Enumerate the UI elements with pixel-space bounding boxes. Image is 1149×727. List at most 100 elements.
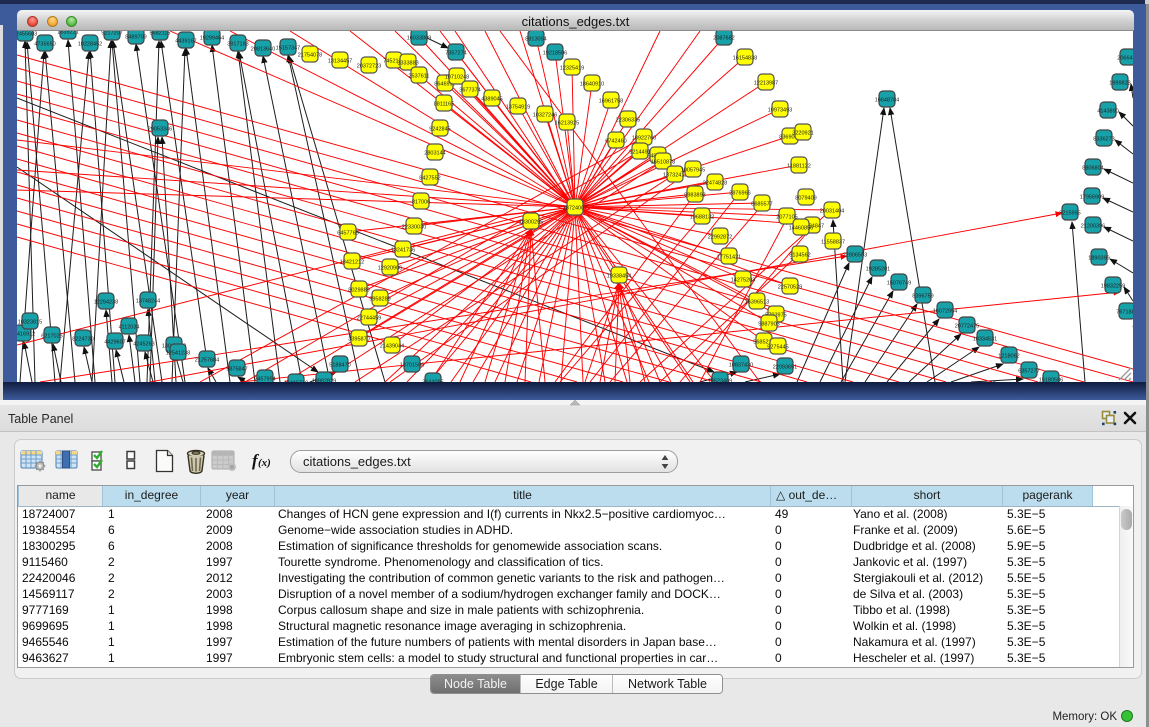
svg-text:16961758: 16961758 (599, 99, 623, 105)
svg-text:21439044: 21439044 (380, 344, 404, 350)
svg-text:22992872: 22992872 (708, 235, 732, 241)
svg-text:22306335: 22306335 (616, 118, 640, 124)
svg-text:6357277: 6357277 (1018, 369, 1039, 375)
svg-text:12541238: 12541238 (166, 351, 190, 357)
svg-text:5682115: 5682115 (149, 31, 170, 37)
svg-text:19688132: 19688132 (690, 215, 714, 221)
svg-text:10710248: 10710248 (445, 75, 469, 81)
svg-text:18922760: 18922760 (632, 136, 656, 142)
svg-text:11881122: 11881122 (787, 164, 811, 170)
svg-text:3333883: 3333883 (397, 61, 418, 67)
svg-text:2087682: 2087682 (713, 36, 734, 42)
svg-text:4112034: 4112034 (118, 325, 139, 331)
svg-text:18640910: 18640910 (580, 82, 604, 88)
svg-text:10973493: 10973493 (768, 108, 792, 114)
svg-text:10837430: 10837430 (729, 363, 753, 369)
svg-text:6217026: 6217026 (41, 334, 62, 340)
svg-text:(x): (x) (258, 457, 271, 469)
svg-text:21200396: 21200396 (1081, 224, 1105, 230)
svg-text:19299464: 19299464 (200, 36, 224, 42)
svg-text:22744459: 22744459 (357, 316, 381, 322)
svg-text:19832259: 19832259 (1101, 284, 1125, 290)
svg-text:13748244: 13748244 (136, 299, 160, 305)
svg-text:3677374: 3677374 (459, 88, 480, 94)
svg-text:9887903: 9887903 (758, 322, 779, 328)
svg-text:2876966: 2876966 (729, 191, 750, 197)
svg-text:4429607: 4429607 (104, 340, 125, 346)
svg-text:16415740: 16415740 (284, 381, 308, 383)
svg-text:18992829: 18992829 (312, 379, 336, 383)
svg-text:9275445: 9275445 (767, 345, 788, 351)
svg-text:9958289: 9958289 (369, 297, 390, 303)
svg-text:8427552: 8427552 (419, 176, 440, 182)
svg-text:6457765: 6457765 (337, 231, 358, 237)
svg-text:16396513: 16396513 (745, 300, 769, 306)
svg-text:16154838: 16154838 (733, 56, 757, 62)
svg-text:10327246: 10327246 (533, 113, 557, 119)
svg-text:19338454: 19338454 (607, 274, 631, 280)
svg-text:16072954: 16072954 (933, 309, 957, 315)
svg-text:8813054: 8813054 (525, 37, 546, 43)
svg-text:10323815: 10323815 (18, 320, 42, 326)
svg-text:13754919: 13754919 (506, 105, 530, 111)
svg-text:13241736: 13241736 (391, 248, 415, 254)
svg-text:8811165: 8811165 (434, 102, 455, 108)
svg-text:22806503: 22806503 (843, 253, 867, 259)
svg-text:20031404: 20031404 (820, 209, 844, 215)
svg-text:19218506: 19218506 (543, 51, 567, 57)
svg-text:9983893: 9983893 (684, 193, 705, 199)
svg-text:3395870: 3395870 (348, 337, 369, 343)
svg-text:12416912: 12416912 (17, 332, 35, 338)
svg-text:1999828: 1999828 (1109, 81, 1130, 87)
svg-text:2066449: 2066449 (1117, 56, 1133, 62)
svg-text:22474828: 22474828 (703, 181, 727, 187)
svg-text:20372723: 20372723 (357, 64, 381, 70)
svg-text:15157347: 15157347 (276, 46, 300, 52)
svg-text:7671884: 7671884 (1116, 310, 1133, 316)
svg-text:2457954: 2457954 (254, 377, 275, 383)
svg-text:16510878: 16510878 (651, 160, 675, 166)
svg-text:19523409: 19523409 (708, 379, 732, 383)
svg-text:8079409: 8079409 (795, 196, 816, 202)
svg-text:2803144: 2803144 (424, 151, 445, 157)
svg-text:17956909: 17956909 (1080, 195, 1104, 201)
svg-text:817006: 817006 (412, 200, 430, 206)
svg-text:20813640: 20813640 (251, 47, 275, 53)
svg-text:10228452: 10228452 (78, 42, 102, 48)
svg-text:16033809: 16033809 (407, 36, 431, 42)
svg-text:8215955: 8215955 (1059, 211, 1080, 217)
svg-text:21754078: 21754078 (298, 53, 322, 59)
svg-text:1839221: 1839221 (57, 31, 78, 36)
svg-text:19285201: 19285201 (866, 267, 890, 273)
svg-text:22570529: 22570529 (778, 285, 802, 291)
svg-text:4735650: 4735650 (34, 42, 55, 48)
svg-text:13701506: 13701506 (400, 363, 424, 369)
svg-text:22455603: 22455603 (17, 32, 37, 38)
svg-text:21257684: 21257684 (195, 358, 219, 364)
svg-text:8806804: 8806804 (1082, 166, 1103, 172)
svg-text:16648784: 16648784 (875, 98, 899, 104)
svg-text:12213987: 12213987 (754, 81, 778, 87)
svg-text:22093651: 22093651 (773, 365, 797, 371)
svg-text:2537611: 2537611 (408, 74, 429, 80)
svg-text:10057945: 10057945 (681, 168, 705, 174)
svg-text:6742460: 6742460 (605, 139, 626, 145)
svg-text:11558837: 11558837 (821, 240, 845, 246)
svg-text:13421212: 13421212 (340, 260, 364, 266)
svg-text:10334531: 10334531 (973, 337, 997, 343)
svg-text:16213925: 16213925 (555, 121, 579, 127)
svg-text:18300295: 18300295 (519, 220, 543, 226)
svg-text:8224730: 8224730 (72, 337, 93, 343)
svg-text:22330030: 22330030 (402, 225, 426, 231)
svg-text:8336273: 8336273 (1093, 137, 1114, 143)
svg-text:4439167: 4439167 (175, 39, 196, 45)
svg-text:9875847: 9875847 (226, 367, 247, 373)
svg-text:13134457: 13134457 (328, 59, 352, 65)
svg-text:3644095: 3644095 (422, 380, 443, 383)
svg-text:8029889: 8029889 (348, 288, 369, 294)
svg-text:3220921: 3220921 (792, 131, 813, 137)
svg-text:8396759: 8396759 (912, 294, 933, 300)
svg-text:12325419: 12325419 (560, 66, 584, 72)
svg-text:5188470: 5188470 (329, 363, 350, 369)
svg-text:4143890: 4143890 (1097, 109, 1118, 115)
